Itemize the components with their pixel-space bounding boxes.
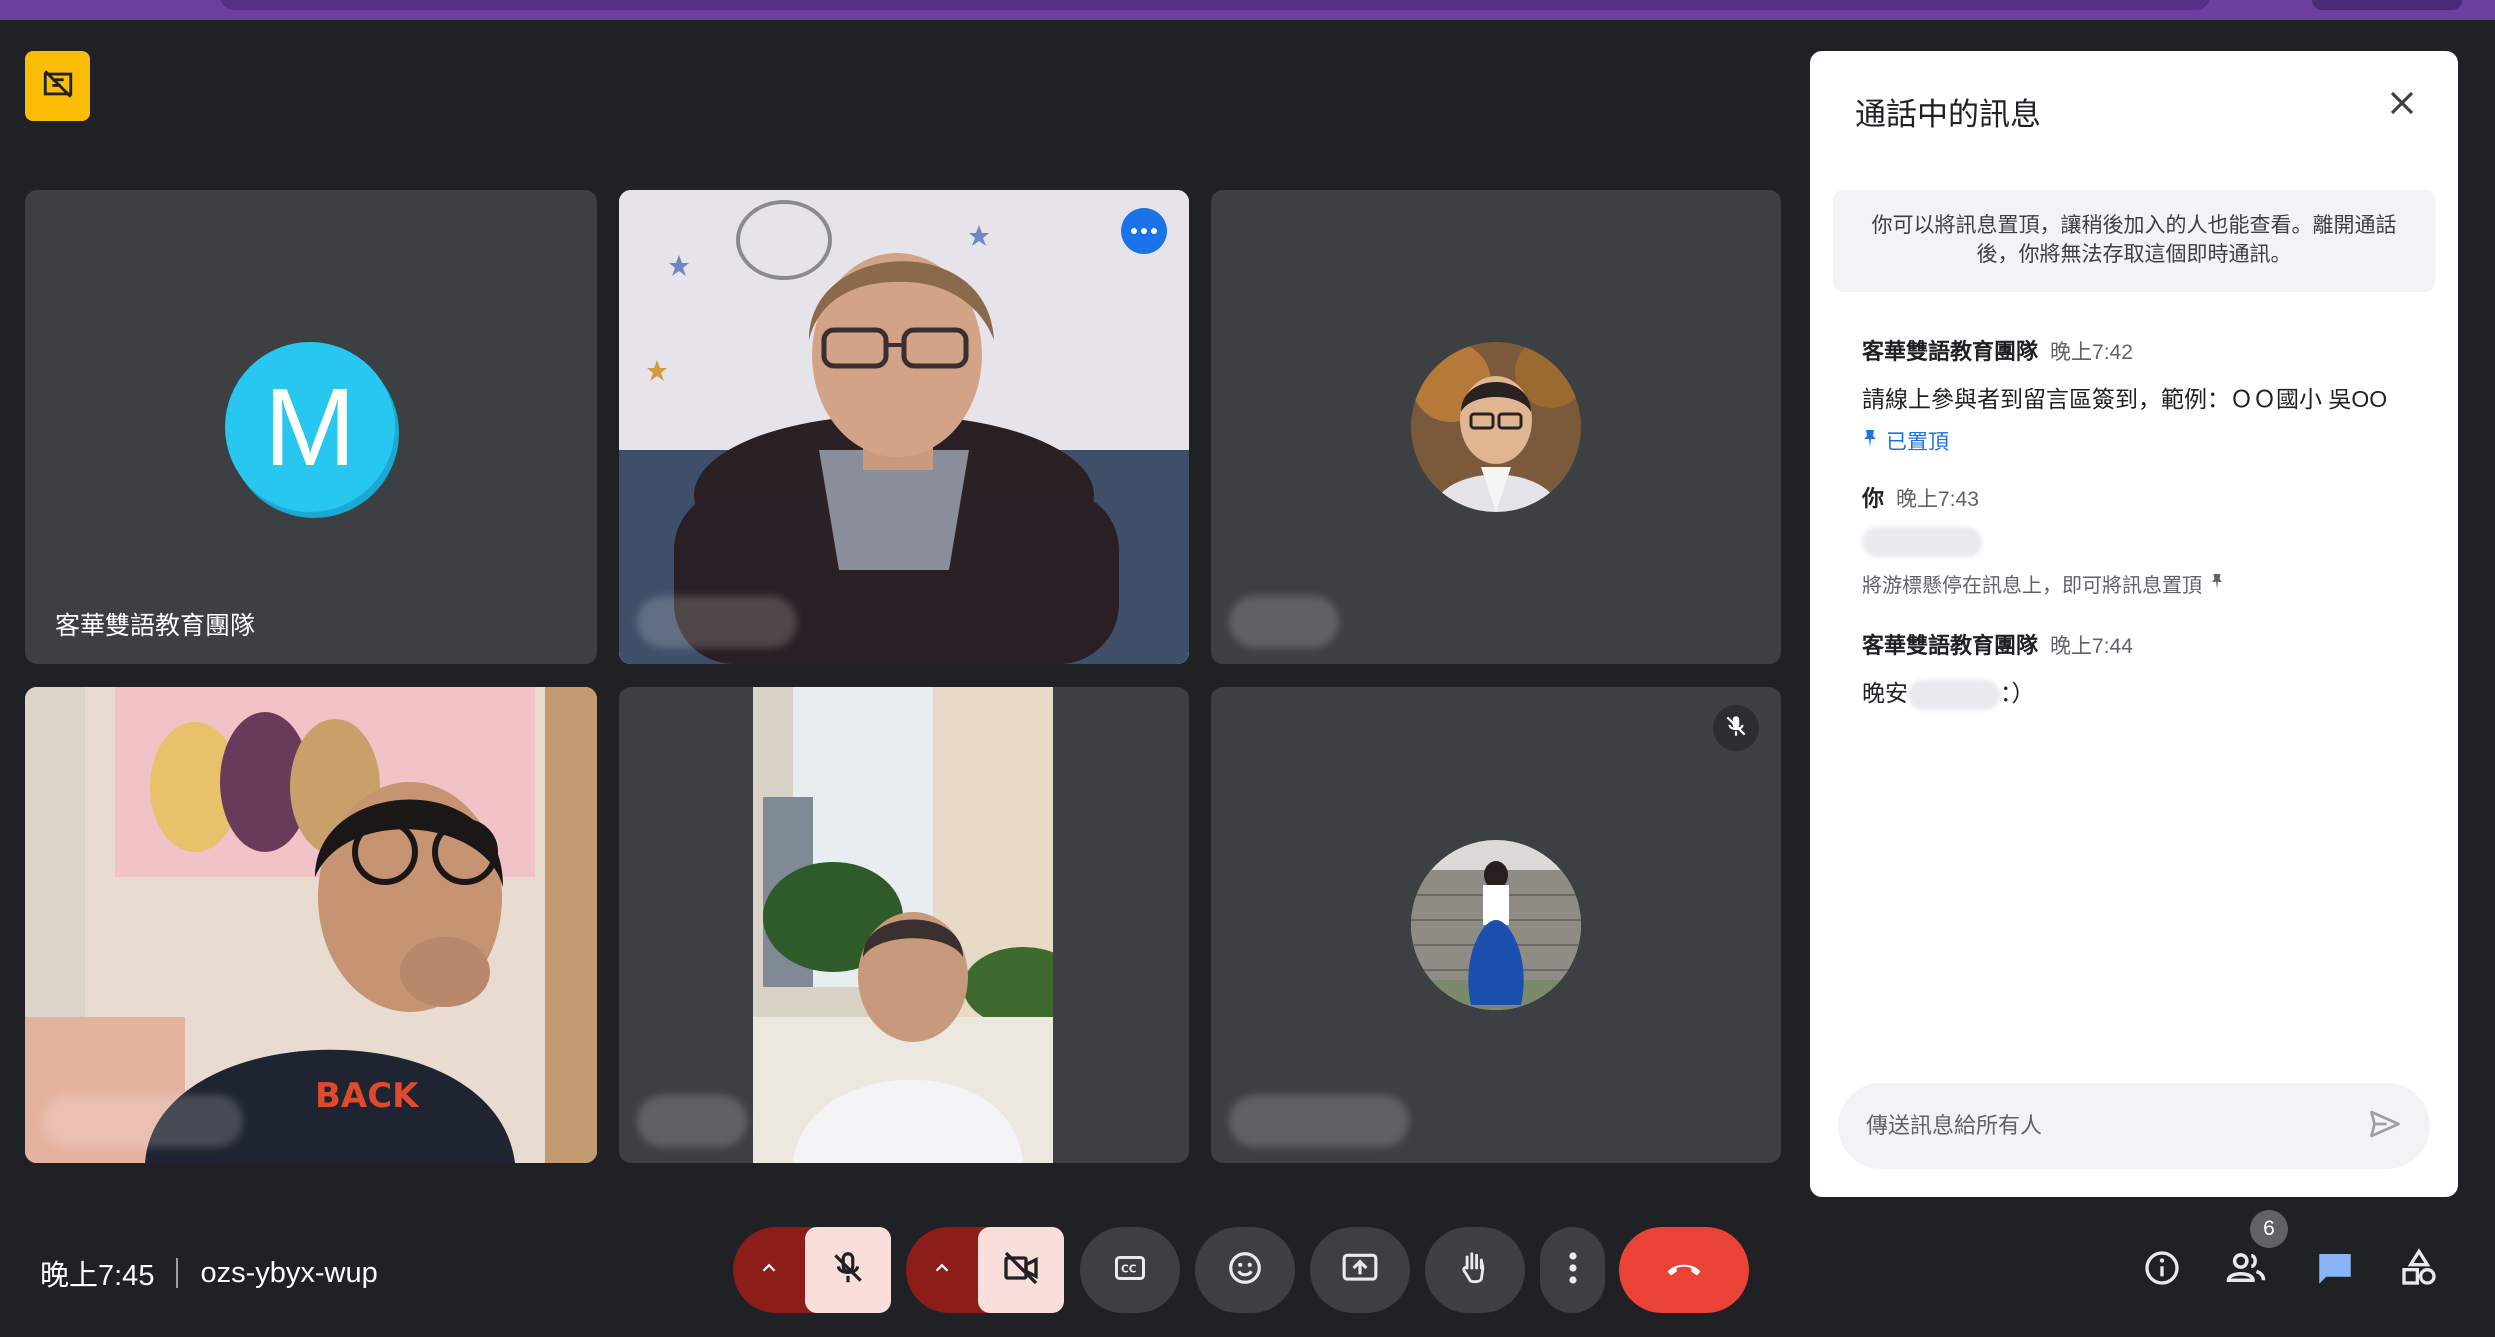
browser-extension-area: [2312, 0, 2462, 10]
message-sender: 客華雙語教育團隊: [1862, 633, 2039, 658]
camera-toggle-button[interactable]: [978, 1227, 1064, 1313]
participant-tile-active[interactable]: [619, 190, 1189, 664]
chat-panel-title: 通話中的訊息: [1855, 97, 2041, 132]
mic-control: [733, 1227, 891, 1313]
divider: [176, 1258, 179, 1288]
avatar: [1411, 342, 1581, 512]
send-button[interactable]: [2362, 1103, 2408, 1149]
avatar: M: [225, 342, 395, 512]
no-recording-icon: [41, 67, 75, 106]
svg-text:BACK: BACK: [315, 1076, 420, 1116]
close-chat-button[interactable]: [2376, 79, 2428, 131]
info-icon: [2142, 1248, 2182, 1293]
browser-address-area: [220, 0, 2210, 10]
present-icon: [1341, 1249, 1379, 1292]
present-screen-button[interactable]: [1310, 1227, 1410, 1313]
meeting-time: 晚上7:45: [40, 1260, 155, 1292]
chat-message: 你晚上7:43 將游標懸停在訊息上，即可將訊息置頂: [1862, 481, 2224, 598]
participant-tile[interactable]: [619, 687, 1189, 1163]
no-recording-badge[interactable]: [25, 51, 90, 121]
pin-hint-text: 將游標懸停在訊息上，即可將訊息置頂: [1862, 575, 2202, 597]
raise-hand-button[interactable]: [1425, 1227, 1525, 1313]
message-time: 晚上7:43: [1896, 488, 1979, 511]
message-sender: 客華雙語教育團隊: [1862, 339, 2039, 364]
audio-options-button[interactable]: [733, 1227, 805, 1313]
camera-control: [906, 1227, 1064, 1313]
emoji-icon: [1226, 1249, 1264, 1292]
participant-name-blurred: [43, 1095, 243, 1147]
call-end-icon: [1662, 1246, 1706, 1295]
more-options-button[interactable]: [1540, 1227, 1605, 1313]
mic-toggle-button[interactable]: [805, 1227, 891, 1313]
avatar: [1411, 840, 1581, 1010]
activities-button[interactable]: [2381, 1232, 2457, 1308]
people-icon: [2225, 1247, 2267, 1294]
participant-tile[interactable]: M 客華雙語教育團隊: [25, 190, 597, 664]
chat-input[interactable]: [1866, 1083, 2346, 1169]
participant-tile[interactable]: [1211, 190, 1781, 664]
avatar-letter: M: [264, 365, 356, 489]
chevron-up-icon: [758, 1257, 780, 1284]
pinned-text: 已置頂: [1886, 431, 1949, 454]
mic-off-icon: [829, 1249, 867, 1292]
chat-panel: 通話中的訊息 你可以將訊息置頂，讓稍後加入的人也能查看。離開通話後，你將無法存取…: [1810, 51, 2458, 1197]
video-options-button[interactable]: [906, 1227, 978, 1313]
leave-call-button[interactable]: [1619, 1227, 1749, 1313]
message-sender: 你: [1862, 486, 1885, 511]
mic-off-icon: [1723, 713, 1749, 744]
chat-input-box: [1838, 1083, 2430, 1169]
meeting-details: 晚上7:45 ozs-ybyx-wup: [40, 1252, 378, 1294]
send-icon: [2367, 1106, 2403, 1147]
svg-text:CC: CC: [1121, 1263, 1137, 1275]
chat-button[interactable]: [2297, 1232, 2373, 1308]
pin-icon: [2210, 572, 2224, 596]
chat-message: 客華雙語教育團隊 晚上7:44 晚安 ：）: [1862, 628, 2133, 710]
people-button[interactable]: [2208, 1232, 2284, 1308]
participant-name-blurred: [637, 596, 797, 648]
message-text: 晚安 ：）: [1862, 674, 2133, 710]
more-vert-icon: [1567, 1250, 1579, 1291]
pin-icon: [1862, 428, 1878, 454]
muted-indicator: [1713, 705, 1759, 751]
browser-top-strip: [0, 0, 2495, 20]
chat-notice: 你可以將訊息置頂，讓稍後加入的人也能查看。離開通話後，你將無法存取這個即時通訊。: [1833, 190, 2435, 292]
pinned-label[interactable]: 已置頂: [1862, 426, 2387, 456]
camera-off-icon: [1001, 1248, 1041, 1293]
meeting-code: ozs-ybyx-wup: [200, 1256, 378, 1289]
chat-icon: [2314, 1247, 2356, 1294]
activities-icon: [2399, 1247, 2439, 1293]
chat-message: 客華雙語教育團隊 晚上7:42 請線上參與者到留言區簽到，範例：ＯＯ國小 吳OO …: [1862, 334, 2387, 456]
participant-video: [753, 687, 1053, 1163]
participant-name-blurred: [1229, 596, 1339, 648]
captions-button[interactable]: CC: [1080, 1227, 1180, 1313]
captions-icon: CC: [1112, 1250, 1148, 1291]
participant-name-blurred: [637, 1095, 747, 1147]
participant-tile[interactable]: BACK: [25, 687, 597, 1163]
emoji-reaction-button[interactable]: [1195, 1227, 1295, 1313]
pin-hint: 將游標懸停在訊息上，即可將訊息置頂: [1862, 569, 2224, 598]
message-text: 請線上參與者到留言區簽到，範例：ＯＯ國小 吳OO: [1862, 386, 2388, 412]
message-time: 晚上7:42: [2050, 341, 2133, 364]
more-options-button[interactable]: [1121, 208, 1167, 254]
message-time: 晚上7:44: [2050, 635, 2133, 658]
chevron-up-icon: [931, 1257, 953, 1284]
participant-video: BACK: [25, 687, 597, 1163]
message-text-blurred: [1862, 527, 2224, 557]
close-icon: [2387, 88, 2417, 123]
message-text-suffix: ：）: [2000, 680, 2035, 706]
participant-name: 客華雙語教育團隊: [55, 612, 256, 640]
participant-name-blurred: [1229, 1095, 1409, 1147]
meeting-info-button[interactable]: [2124, 1232, 2200, 1308]
raise-hand-icon: [1456, 1249, 1494, 1292]
message-text-prefix: 晚安: [1862, 680, 1908, 706]
participant-tile[interactable]: [1211, 687, 1781, 1163]
participant-video: [619, 190, 1189, 664]
